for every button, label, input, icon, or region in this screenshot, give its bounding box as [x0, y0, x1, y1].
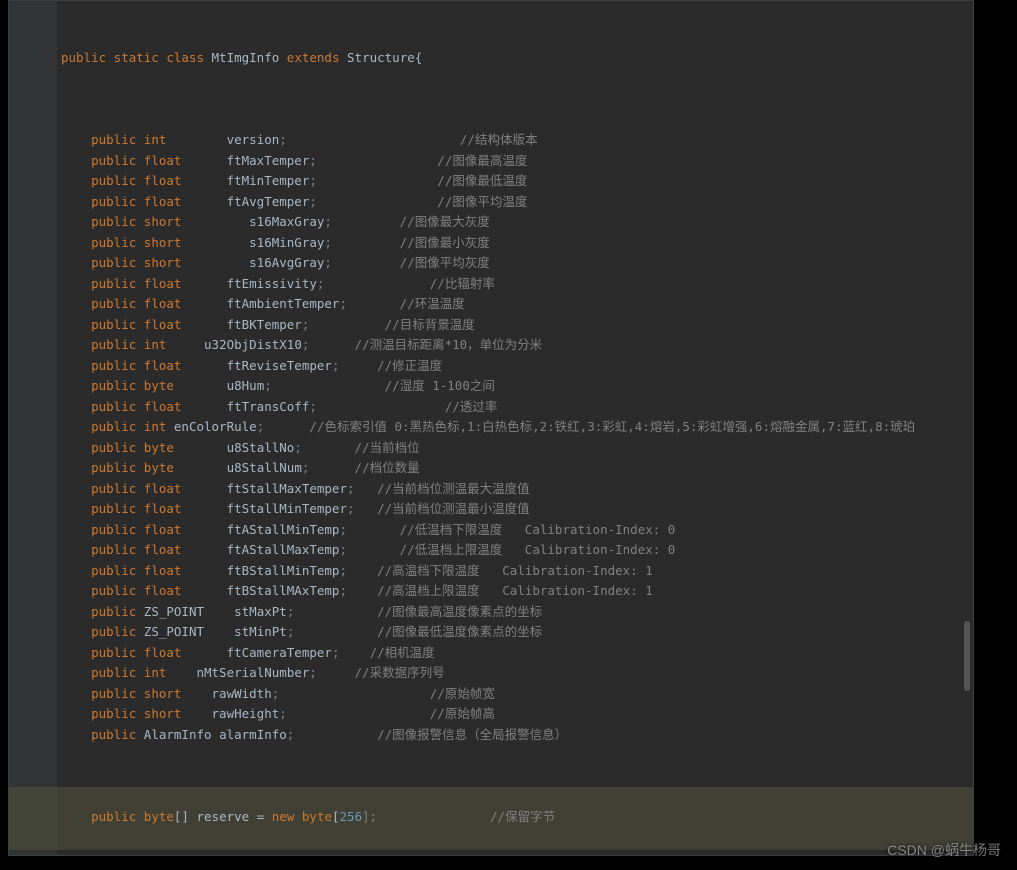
code-line: public int enColorRule; //色标索引值 0:黑热色标,1…: [61, 417, 973, 438]
code-line: public float ftReviseTemper; //修正温度: [61, 356, 973, 377]
code-editor[interactable]: public static class MtImgInfo extends St…: [8, 0, 974, 856]
code-line: public float ftAStallMaxTemp; //低温档上限温度 …: [61, 540, 973, 561]
code-line: public float ftBKTemper; //目标背景温度: [61, 315, 973, 336]
code-line: public byte[] reserve = new byte[256]; /…: [61, 807, 973, 828]
code-line: public short s16MinGray; //图像最小灰度: [61, 233, 973, 254]
code-line: public float ftCameraTemper; //相机温度: [61, 643, 973, 664]
code-line: public short s16AvgGray; //图像平均灰度: [61, 253, 973, 274]
code-line: public float ftTransCoff; //透过率: [61, 397, 973, 418]
code-area[interactable]: public static class MtImgInfo extends St…: [61, 7, 973, 856]
code-line: public short rawHeight; //原始帧高: [61, 704, 973, 725]
code-line: public byte u8StallNo; //当前档位: [61, 438, 973, 459]
code-line: public static class MtImgInfo extends St…: [61, 48, 973, 69]
code-line: public float ftBStallMinTemp; //高温档下限温度 …: [61, 561, 973, 582]
code-line: public float ftAStallMinTemp; //低温档下限温度 …: [61, 520, 973, 541]
gutter: [9, 1, 57, 855]
code-line: public ZS_POINT stMaxPt; //图像最高温度像素点的坐标: [61, 602, 973, 623]
code-line: public float ftEmissivity; //比辐射率: [61, 274, 973, 295]
code-line: public int version; //结构体版本: [61, 130, 973, 151]
code-line: public float ftMaxTemper; //图像最高温度: [61, 151, 973, 172]
code-line: public short s16MaxGray; //图像最大灰度: [61, 212, 973, 233]
code-line: public byte u8Hum; //湿度 1-100之间: [61, 376, 973, 397]
code-line: public float ftStallMaxTemper; //当前档位测温最…: [61, 479, 973, 500]
code-line: public float ftMinTemper; //图像最低温度: [61, 171, 973, 192]
code-line: public ZS_POINT stMinPt; //图像最低温度像素点的坐标: [61, 622, 973, 643]
code-line: public byte u8StallNum; //档位数量: [61, 458, 973, 479]
code-line: public int nMtSerialNumber; //采数据序列号: [61, 663, 973, 684]
code-line: public float ftStallMinTemper; //当前档位测温最…: [61, 499, 973, 520]
vertical-scrollbar[interactable]: [964, 621, 970, 691]
code-line: public int u32ObjDistX10; //测温目标距离*10，单位…: [61, 335, 973, 356]
code-line: public AlarmInfo alarmInfo; //图像报警信息（全局报…: [61, 725, 973, 746]
code-line: public float ftBStallMAxTemp; //高温档上限温度 …: [61, 581, 973, 602]
code-line: public float ftAmbientTemper; //环温温度: [61, 294, 973, 315]
code-line: public float ftAvgTemper; //图像平均温度: [61, 192, 973, 213]
code-line: public short rawWidth; //原始帧宽: [61, 684, 973, 705]
